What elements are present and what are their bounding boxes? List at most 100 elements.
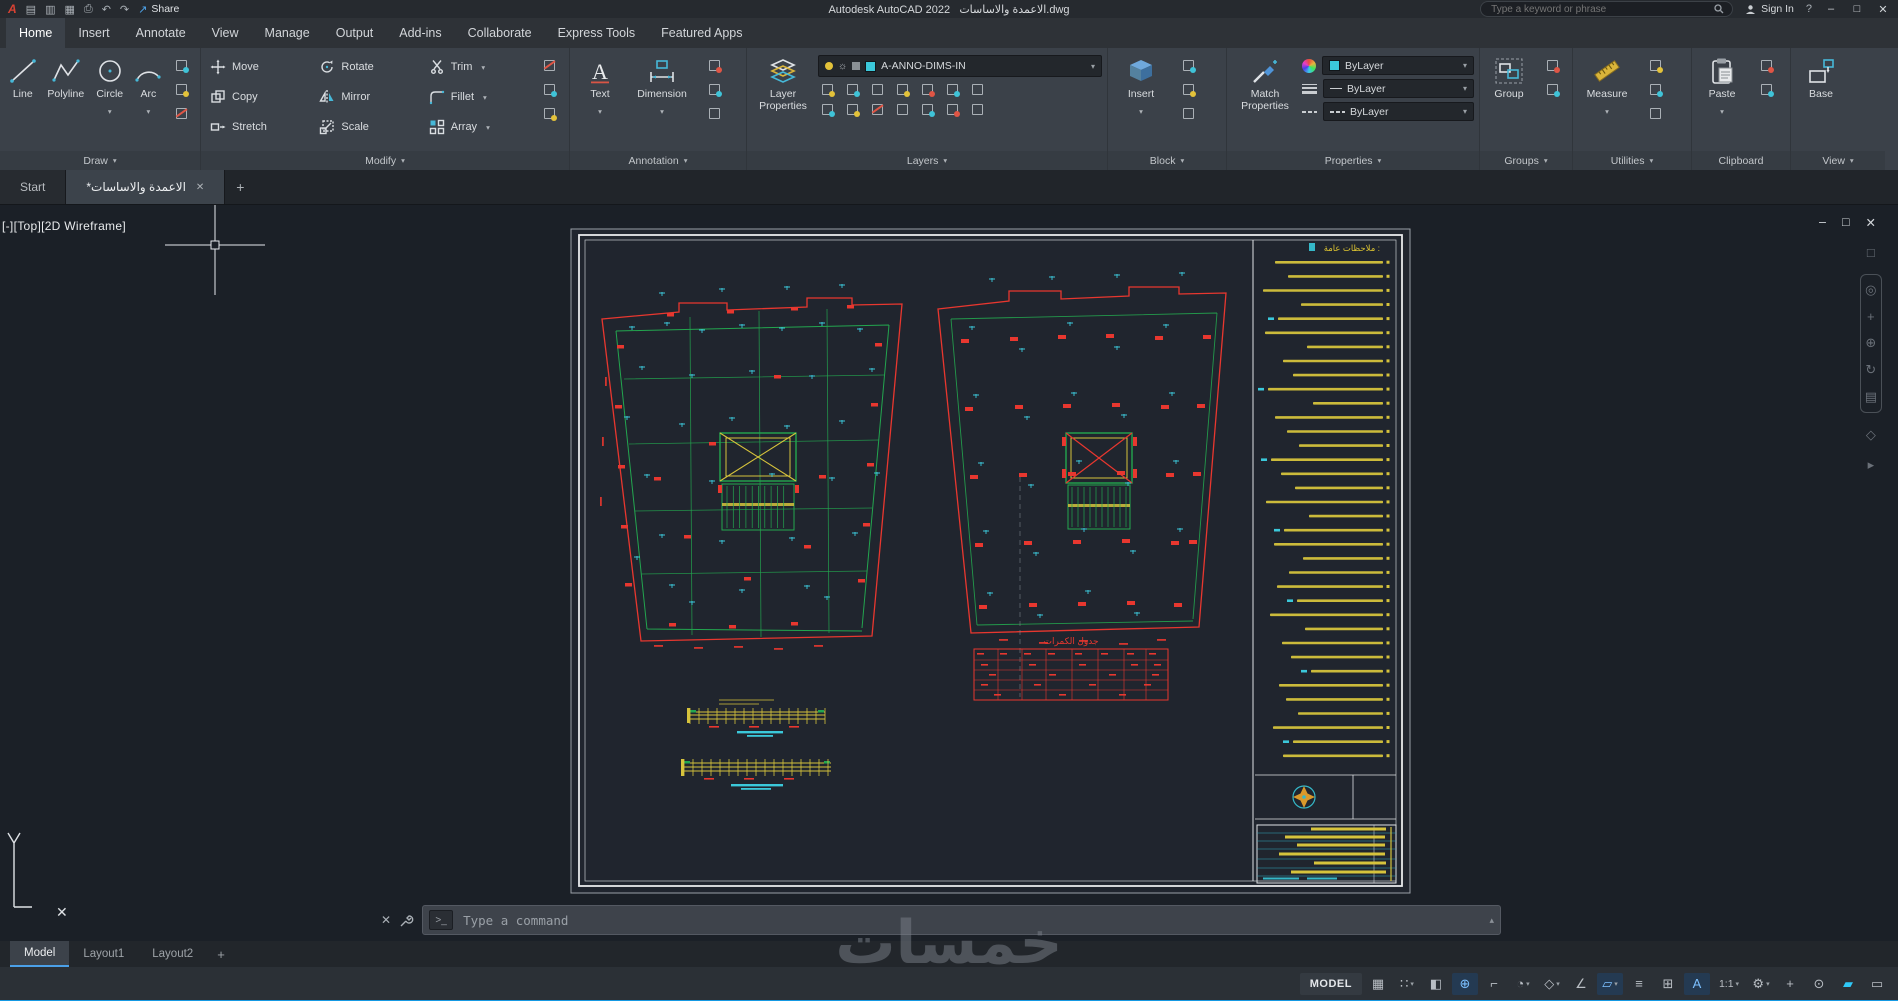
close-tab-icon[interactable]: ✕: [196, 182, 204, 193]
stretch-button[interactable]: Stretch: [206, 112, 311, 142]
command-customize-icon[interactable]: [399, 913, 414, 928]
merge-layer-icon[interactable]: [945, 102, 960, 117]
layer-thaw-icon[interactable]: ☼: [838, 61, 847, 72]
grid-display-icon[interactable]: ▦: [1365, 973, 1391, 995]
group-button[interactable]: Group: [1485, 52, 1533, 151]
open-file-icon[interactable]: ▥: [45, 3, 55, 16]
trim-flyout-icon[interactable]: [478, 61, 485, 73]
layer-states-icon[interactable]: [970, 102, 985, 117]
search-input[interactable]: [1489, 2, 1709, 16]
layer-isolate-icon[interactable]: [845, 82, 860, 97]
layer-freeze-icon[interactable]: [870, 82, 885, 97]
full-navigation-wheel-icon[interactable]: ◎: [1865, 282, 1876, 298]
dimension-flyout-icon[interactable]: [660, 101, 664, 119]
plot-icon[interactable]: ⎙: [84, 3, 93, 16]
zoom-extents-icon[interactable]: ⊕: [1865, 335, 1876, 351]
fillet-button[interactable]: Fillet: [425, 82, 530, 112]
panel-label-annotation[interactable]: Annotation: [570, 151, 746, 170]
insert-button[interactable]: Insert: [1113, 52, 1169, 151]
layout-tab[interactable]: Layout1: [69, 941, 138, 967]
undo-icon[interactable]: ↶: [102, 3, 111, 16]
panel-label-clipboard[interactable]: Clipboard: [1692, 151, 1790, 170]
create-block-icon[interactable]: [1181, 58, 1196, 73]
ungroup-icon[interactable]: [1545, 58, 1560, 73]
panel-label-utilities[interactable]: Utilities: [1573, 151, 1691, 170]
array-button[interactable]: Array: [425, 112, 530, 142]
nav-expand-icon[interactable]: ▸: [1868, 457, 1875, 473]
leader-icon[interactable]: [707, 58, 722, 73]
scale-button[interactable]: Scale: [315, 112, 420, 142]
layer-thaw-all-icon[interactable]: [820, 102, 835, 117]
text-flyout-icon[interactable]: [598, 101, 602, 119]
match-layer-icon[interactable]: [945, 82, 960, 97]
insert-flyout-icon[interactable]: [1139, 101, 1143, 119]
lineweight-caret-icon[interactable]: ▾: [1463, 84, 1467, 93]
ribbon-tab[interactable]: Collaborate: [455, 18, 545, 48]
explode-icon[interactable]: [542, 82, 557, 97]
layer-on-icon[interactable]: [825, 62, 833, 70]
ribbon-tab[interactable]: Home: [6, 18, 66, 48]
panel-label-groups[interactable]: Groups: [1480, 151, 1572, 170]
command-input[interactable]: [461, 911, 1482, 929]
doc-minimize-icon[interactable]: –: [1819, 215, 1826, 230]
share-button[interactable]: ↗ Share: [138, 3, 179, 16]
id-point-icon[interactable]: [1648, 106, 1663, 121]
file-tab-start[interactable]: Start: [0, 170, 67, 204]
paste-button[interactable]: Paste: [1697, 52, 1747, 151]
make-current-icon[interactable]: [920, 82, 935, 97]
annotation-scale-icon[interactable]: 1:1: [1713, 973, 1745, 995]
lineweight-select[interactable]: ByLayer ▾: [1323, 79, 1474, 98]
doc-close-icon[interactable]: ✕: [1866, 215, 1876, 230]
color-wheel-icon[interactable]: [1302, 58, 1316, 73]
command-bar[interactable]: >_ ▴: [422, 905, 1501, 935]
base-button[interactable]: Base: [1796, 52, 1846, 151]
lineweight-icon[interactable]: [1302, 83, 1317, 94]
copy-button[interactable]: Copy: [206, 82, 311, 112]
layer-properties-button[interactable]: Layer Properties: [752, 52, 814, 151]
measure-flyout-icon[interactable]: [1605, 101, 1609, 119]
new-drawing-tab-button[interactable]: +: [225, 170, 255, 204]
linetype-caret-icon[interactable]: ▾: [1463, 107, 1467, 116]
panel-label-draw[interactable]: Draw: [0, 151, 200, 170]
viewport-controls[interactable]: [-][Top][2D Wireframe]: [2, 219, 126, 233]
drawing-canvas[interactable]: [-][Top][2D Wireframe] – □ ✕ جدول الكمرا…: [0, 205, 1898, 941]
model-space-button[interactable]: MODEL: [1299, 972, 1362, 995]
rotate-button[interactable]: Rotate: [315, 52, 420, 82]
color-select-caret-icon[interactable]: ▾: [1463, 61, 1467, 70]
linetype-icon[interactable]: [1302, 110, 1317, 113]
autocad-logo-icon[interactable]: A: [8, 2, 17, 16]
ribbon-tab[interactable]: View: [199, 18, 252, 48]
edit-block-icon[interactable]: [1181, 82, 1196, 97]
clean-screen-icon[interactable]: ▭: [1864, 973, 1890, 995]
line-button[interactable]: Line: [5, 52, 41, 151]
group-edit-icon[interactable]: [1545, 82, 1560, 97]
pan-icon[interactable]: +: [1867, 309, 1875, 324]
layer-delete-icon[interactable]: [870, 102, 885, 117]
isometric-drafting-icon[interactable]: ◇: [1539, 973, 1565, 995]
infer-constraints-icon[interactable]: ◧: [1423, 973, 1449, 995]
array-flyout-icon[interactable]: [483, 121, 490, 133]
snap-mode-icon[interactable]: ∷: [1394, 973, 1420, 995]
mirror-button[interactable]: Mirror: [315, 82, 420, 112]
polyline-button[interactable]: Polyline: [45, 52, 88, 151]
circle-button[interactable]: Circle: [91, 52, 128, 151]
recent-commands-icon[interactable]: >_: [429, 910, 454, 930]
layer-select[interactable]: ☼ A-ANNO-DIMS-IN ▾: [818, 55, 1102, 77]
doc-restore-icon[interactable]: □: [1842, 215, 1850, 230]
text-button[interactable]: A Text: [575, 52, 625, 151]
fillet-flyout-icon[interactable]: [480, 91, 487, 103]
object-snap-tracking-icon[interactable]: ∠: [1568, 973, 1594, 995]
annotation-monitor-icon[interactable]: +: [1777, 973, 1803, 995]
redo-icon[interactable]: ↷: [120, 3, 129, 16]
search-icon[interactable]: [1714, 4, 1724, 14]
circle-flyout-icon[interactable]: [108, 101, 112, 119]
layer-unlock-icon[interactable]: [845, 102, 860, 117]
command-close-icon[interactable]: ✕: [381, 913, 391, 927]
lineweight-display-icon[interactable]: ≡: [1626, 973, 1652, 995]
layer-select-caret-icon[interactable]: ▾: [1091, 62, 1095, 71]
orbit-icon[interactable]: ↻: [1865, 362, 1876, 378]
graphics-performance-icon[interactable]: ▰: [1835, 973, 1861, 995]
showmotion-icon[interactable]: ▤: [1865, 389, 1877, 405]
command-history-icon[interactable]: ▴: [1489, 915, 1494, 926]
window-maximize-button[interactable]: □: [1850, 3, 1864, 15]
